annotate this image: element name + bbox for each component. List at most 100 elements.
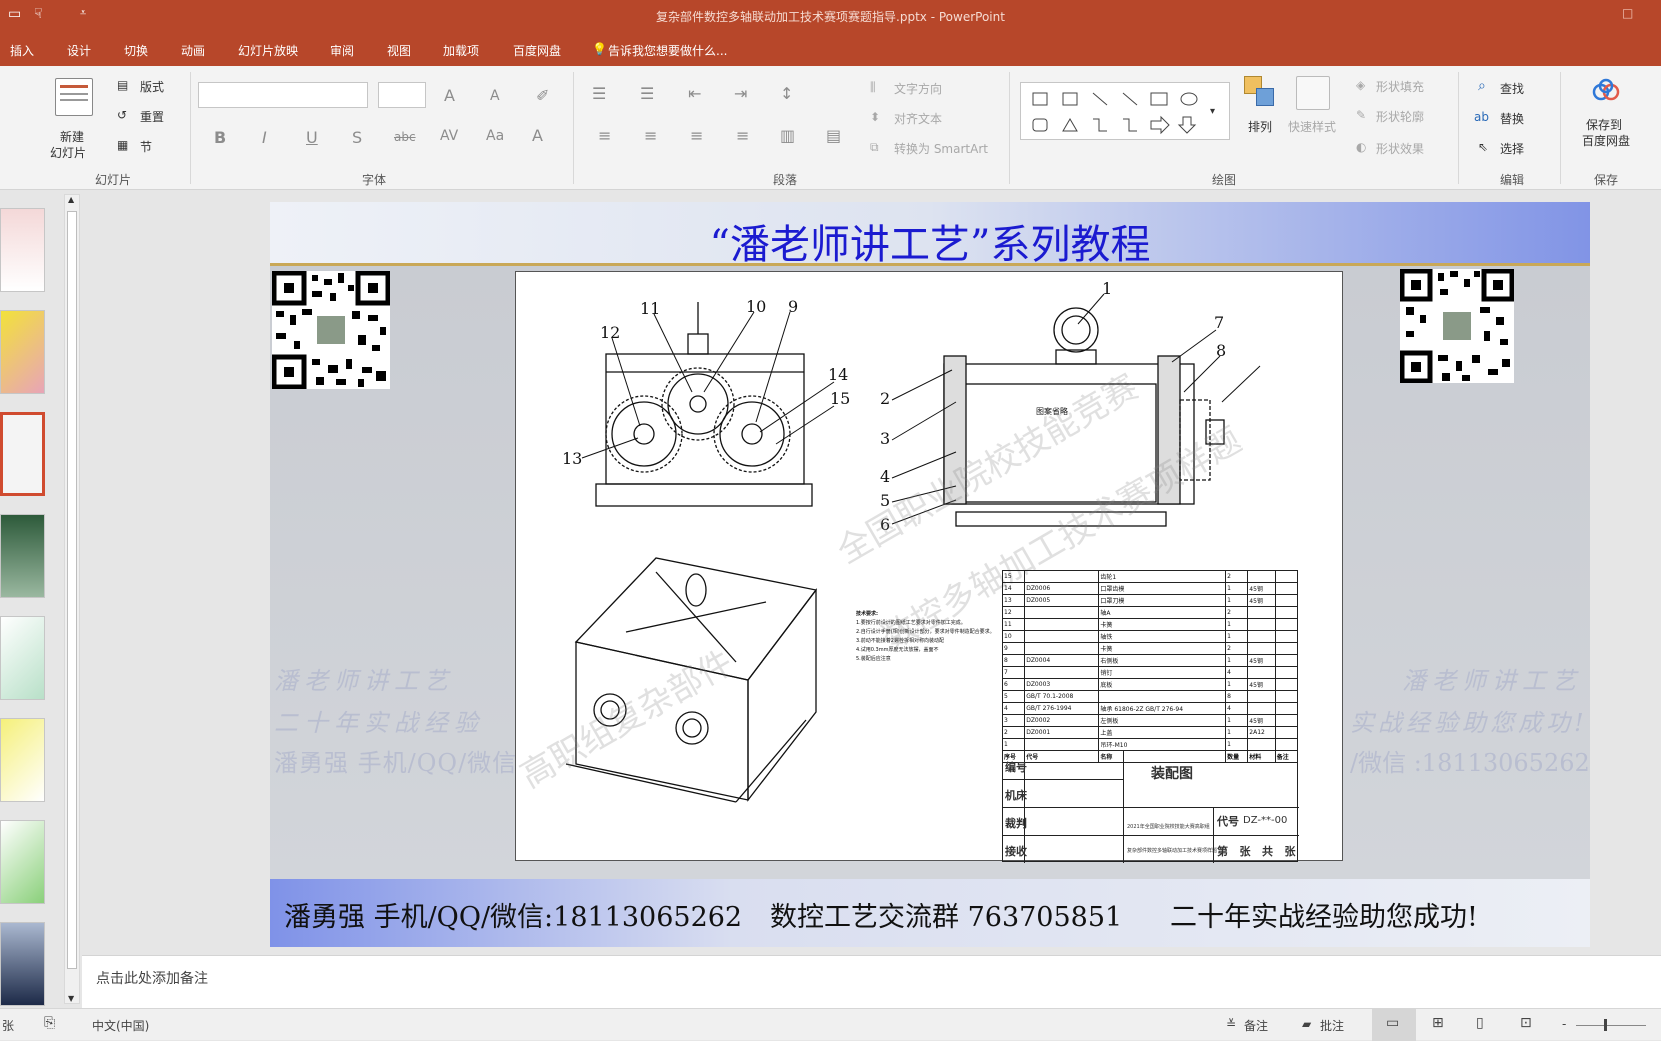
shape-outline-icon[interactable]: ✎ bbox=[1356, 108, 1366, 122]
new-slide-button-line2[interactable]: 幻灯片 bbox=[50, 144, 86, 161]
notes-pane[interactable]: 点击此处添加备注 bbox=[82, 955, 1661, 1008]
shape-fill-button[interactable]: 形状填充 bbox=[1376, 78, 1424, 95]
align-right-icon[interactable]: ≡ bbox=[690, 126, 703, 145]
shrink-font-icon[interactable]: A bbox=[490, 88, 500, 104]
font-color-icon[interactable]: A bbox=[532, 126, 543, 145]
slide-sorter-icon[interactable]: ⊞ bbox=[1432, 1015, 1444, 1031]
reset-icon[interactable]: ↺ bbox=[117, 108, 127, 122]
char-spacing-icon[interactable]: AV bbox=[440, 128, 458, 144]
slide-thumbnail[interactable] bbox=[0, 820, 45, 904]
shape-fill-icon[interactable]: ◈ bbox=[1356, 78, 1365, 92]
spell-check-icon[interactable]: ⎘ bbox=[44, 1015, 55, 1031]
slide-thumbnail[interactable] bbox=[0, 718, 45, 802]
italic-icon[interactable]: I bbox=[262, 128, 267, 147]
slide-thumbnail[interactable] bbox=[0, 208, 45, 292]
slide-thumbnail[interactable] bbox=[0, 310, 45, 394]
align-text-button[interactable]: 对齐文本 bbox=[894, 110, 942, 127]
slide-thumbnail[interactable] bbox=[0, 616, 45, 700]
notes-toggle-icon[interactable]: ≚ bbox=[1226, 1017, 1236, 1031]
slide-thumbnail[interactable] bbox=[0, 922, 45, 1006]
thumbnails-scrollbar[interactable]: ▲ ▼ bbox=[64, 194, 80, 1004]
numbering-icon[interactable]: ☰ bbox=[640, 84, 654, 103]
zoom-slider-handle[interactable] bbox=[1604, 1019, 1607, 1031]
zoom-out-button[interactable]: - bbox=[1562, 1017, 1566, 1031]
slide-thumbnail-selected[interactable] bbox=[0, 412, 45, 496]
baidu-cloud-icon[interactable] bbox=[1592, 78, 1620, 104]
scrollbar-thumb[interactable] bbox=[67, 211, 77, 969]
slide-title[interactable]: “潘老师讲工艺”系列教程 bbox=[270, 212, 1590, 270]
new-slide-button[interactable]: 新建 bbox=[60, 128, 84, 145]
distributed-icon[interactable]: ▥ bbox=[780, 126, 795, 145]
notes-placeholder[interactable]: 点击此处添加备注 bbox=[96, 968, 208, 988]
tab-design[interactable]: 设计 bbox=[67, 42, 91, 59]
columns-icon[interactable]: ▤ bbox=[826, 126, 841, 145]
align-text-icon[interactable]: ⬍ bbox=[870, 110, 880, 124]
smartart-icon[interactable]: ⧉ bbox=[870, 140, 879, 155]
change-case-icon[interactable]: Aa bbox=[486, 128, 504, 144]
layout-button[interactable]: 版式 bbox=[140, 78, 164, 95]
bold-icon[interactable]: B bbox=[214, 128, 226, 147]
find-button[interactable]: 查找 bbox=[1500, 80, 1524, 97]
align-center-icon[interactable]: ≡ bbox=[644, 126, 657, 145]
layout-icon[interactable]: ▤ bbox=[117, 78, 128, 92]
search-icon[interactable]: ⌕ bbox=[1478, 78, 1486, 94]
current-slide[interactable]: “潘老师讲工艺”系列教程 潘老师讲工艺 二十年实战经验 潘勇强 手机/QQ/微信… bbox=[270, 202, 1590, 947]
arrange-button[interactable]: 排列 bbox=[1248, 118, 1272, 135]
footer-contact[interactable]: 潘勇强 手机/QQ/微信:18113065262 bbox=[284, 895, 742, 934]
replace-button[interactable]: 替换 bbox=[1500, 110, 1524, 127]
align-left-icon[interactable]: ≡ bbox=[598, 126, 611, 145]
scroll-up-icon[interactable]: ▲ bbox=[68, 195, 74, 204]
select-button[interactable]: 选择 bbox=[1500, 140, 1524, 157]
select-icon[interactable]: ⇖ bbox=[1478, 140, 1488, 154]
section-button[interactable]: 节 bbox=[140, 138, 152, 155]
font-name-input[interactable] bbox=[198, 82, 368, 108]
language-indicator[interactable]: 中文(中国) bbox=[92, 1017, 149, 1034]
gallery-more-icon[interactable]: ▾ bbox=[1210, 106, 1215, 117]
zoom-slider-track[interactable] bbox=[1576, 1025, 1646, 1026]
text-direction-icon[interactable]: ⫼ bbox=[870, 80, 876, 95]
decrease-indent-icon[interactable]: ⇤ bbox=[688, 84, 701, 103]
normal-view-icon[interactable]: ▭ bbox=[1386, 1015, 1399, 1031]
text-direction-button[interactable]: 文字方向 bbox=[894, 80, 942, 97]
footer-group[interactable]: 数控工艺交流群 763705851 bbox=[770, 895, 1122, 934]
justify-icon[interactable]: ≡ bbox=[736, 126, 749, 145]
shape-effects-icon[interactable]: ◐ bbox=[1356, 140, 1366, 154]
tab-review[interactable]: 审阅 bbox=[330, 42, 354, 59]
footer-slogan[interactable]: 二十年实战经验助您成功! bbox=[1170, 895, 1478, 934]
restore-icon[interactable]: □ bbox=[1622, 6, 1633, 20]
replace-icon[interactable]: ab bbox=[1474, 110, 1489, 124]
strikethrough-icon[interactable]: abc bbox=[394, 130, 416, 144]
slideshow-view-icon[interactable]: ⊡ bbox=[1520, 1015, 1532, 1031]
shadow-icon[interactable]: S bbox=[352, 128, 362, 147]
increase-indent-icon[interactable]: ⇥ bbox=[734, 84, 747, 103]
quick-styles-button[interactable]: 快速样式 bbox=[1288, 118, 1336, 135]
font-size-input[interactable] bbox=[378, 82, 426, 108]
new-slide-icon[interactable] bbox=[55, 78, 93, 116]
tab-insert[interactable]: 插入 bbox=[10, 42, 34, 59]
save-to-baidu-button[interactable]: 保存到 bbox=[1586, 116, 1622, 133]
shape-effects-button[interactable]: 形状效果 bbox=[1376, 140, 1424, 157]
tab-animations[interactable]: 动画 bbox=[181, 42, 205, 59]
tab-addins[interactable]: 加载项 bbox=[443, 42, 479, 59]
tell-me-input[interactable]: 告诉我您想要做什么... bbox=[608, 42, 727, 59]
reset-button[interactable]: 重置 bbox=[140, 108, 164, 125]
shapes-gallery[interactable] bbox=[1020, 82, 1230, 140]
line-spacing-icon[interactable]: ↕ bbox=[780, 84, 793, 103]
quick-styles-icon[interactable] bbox=[1296, 76, 1330, 110]
arrange-icon[interactable] bbox=[1244, 76, 1276, 108]
slide-thumbnail[interactable] bbox=[0, 514, 45, 598]
notes-toggle-button[interactable]: 备注 bbox=[1244, 1017, 1268, 1034]
section-icon[interactable]: ▦ bbox=[117, 138, 128, 152]
clear-format-icon[interactable]: ✐ bbox=[536, 86, 549, 105]
scroll-down-icon[interactable]: ▼ bbox=[68, 994, 74, 1003]
underline-icon[interactable]: U bbox=[306, 128, 318, 147]
grow-font-icon[interactable]: A bbox=[444, 86, 455, 105]
assembly-drawing[interactable]: 11 10 9 12 14 15 13 1 7 8 2 3 4 5 6 图案省略… bbox=[514, 271, 1343, 863]
shape-outline-button[interactable]: 形状轮廓 bbox=[1376, 108, 1424, 125]
comments-icon[interactable]: ▰ bbox=[1302, 1017, 1311, 1031]
reading-view-icon[interactable]: ▯ bbox=[1476, 1015, 1484, 1031]
bullets-icon[interactable]: ☰ bbox=[592, 84, 606, 103]
tab-slideshow[interactable]: 幻灯片放映 bbox=[238, 42, 298, 59]
tab-view[interactable]: 视图 bbox=[387, 42, 411, 59]
save-to-baidu-button-line2[interactable]: 百度网盘 bbox=[1582, 132, 1630, 149]
